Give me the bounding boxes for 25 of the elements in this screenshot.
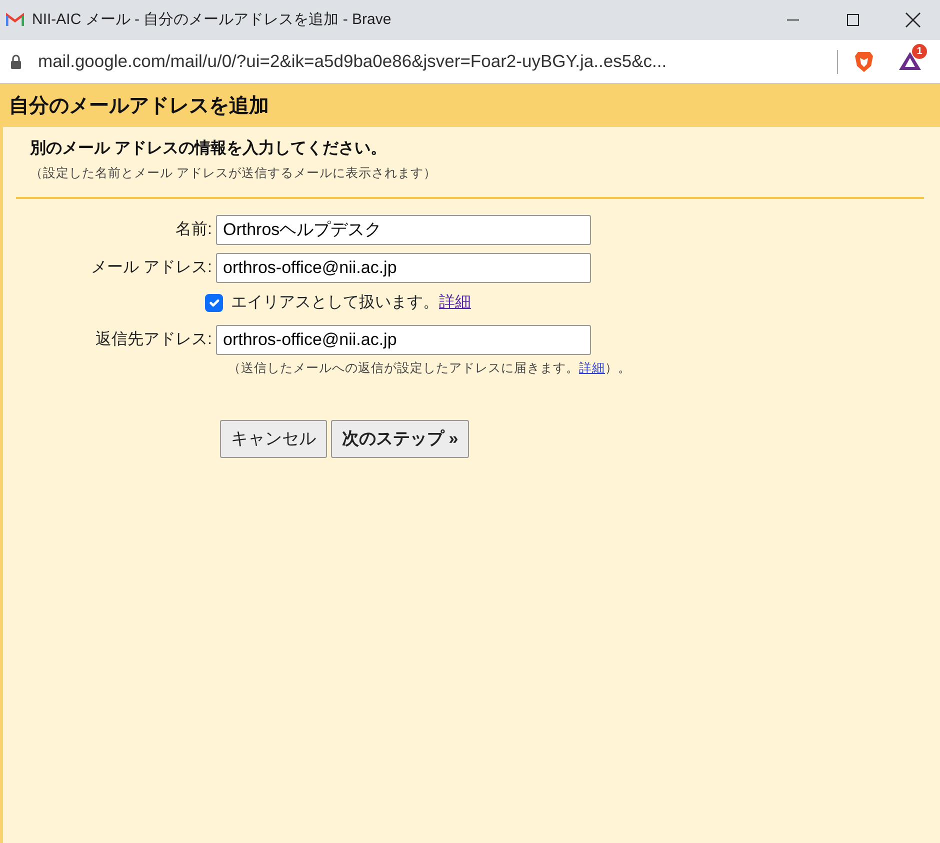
text-field[interactable]: Orthrosヘルプデスク bbox=[216, 214, 591, 245]
window-title: NII-AIC メール - 自分のメールアドレスを追加 - Brave bbox=[32, 10, 392, 30]
field-label: 名前: bbox=[174, 220, 213, 240]
details-link[interactable]: 詳細 bbox=[439, 290, 471, 315]
url-text[interactable]: mail.google.com/mail/u/0/?ui=2&ik=a5d9ba0e86&jsver=Foar2-uyBGY.ja..es5&c... bbox=[38, 48, 667, 75]
text-field[interactable]: orthros-office@nii.ac.jp bbox=[216, 252, 591, 283]
notification-badge: 1 bbox=[912, 44, 927, 58]
hint-text: （送信したメールへの返信が設定したアドレスに届きます。詳細）。 bbox=[228, 360, 631, 375]
dialog-title: 自分のメールアドレスを追加 bbox=[9, 94, 269, 118]
field-label: メール アドレス: bbox=[90, 258, 213, 278]
checkbox-label: エイリアスとして扱います。 bbox=[231, 292, 439, 313]
field-label: 返信先アドレス: bbox=[94, 330, 213, 350]
form-heading: 別のメール アドレスの情報を入力してください。 bbox=[30, 138, 388, 159]
lion-shield-icon[interactable] bbox=[854, 50, 874, 72]
details-link[interactable]: 詳細 bbox=[579, 360, 605, 375]
form-subheading: （設定した名前とメール アドレスが送信するメールに表示されます） bbox=[30, 165, 438, 182]
alias-checkbox[interactable] bbox=[205, 294, 223, 312]
lock-icon bbox=[10, 54, 22, 69]
close-icon bbox=[905, 12, 921, 28]
text-field[interactable]: orthros-office@nii.ac.jp bbox=[216, 324, 591, 355]
mail-logo-icon bbox=[6, 13, 24, 27]
maximize-icon bbox=[846, 13, 860, 27]
next-step-button[interactable]: 次のステップ » bbox=[331, 420, 470, 458]
cancel-button[interactable]: キャンセル bbox=[220, 420, 327, 458]
minimize-icon bbox=[786, 19, 800, 21]
